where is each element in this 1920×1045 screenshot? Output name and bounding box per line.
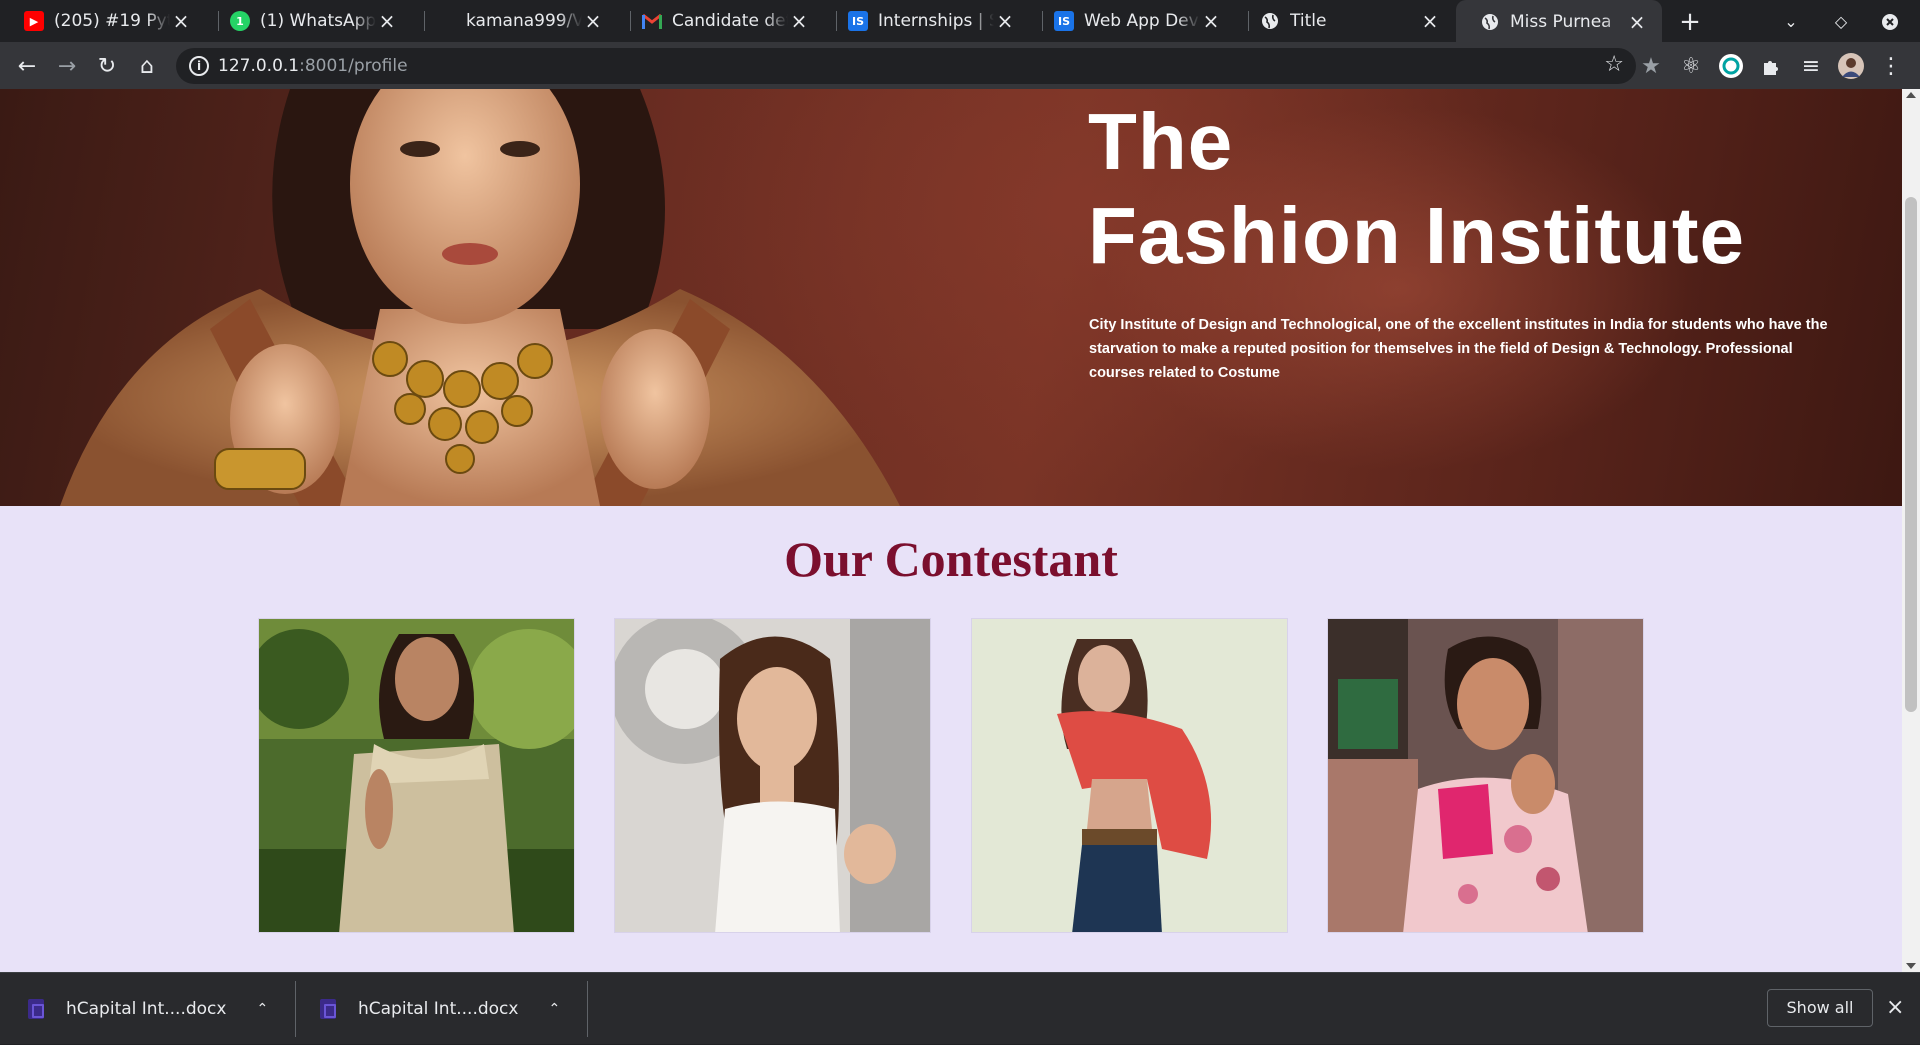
tab-title: Title [1290,11,1327,31]
youtube-icon: ▶ [24,11,44,31]
tab-internships[interactable]: IS Internships | Su × [824,0,1030,42]
extension-star-icon[interactable]: ★ [1636,51,1666,81]
tab-webapp[interactable]: IS Web App Devel × [1030,0,1236,42]
gmail-icon [642,11,662,31]
close-icon[interactable]: × [170,9,192,33]
docx-file-icon [320,999,336,1019]
back-icon[interactable]: ← [12,51,42,81]
tab-title: Internships | Su [878,11,994,31]
new-tab-button[interactable]: + [1676,8,1704,36]
tab-whatsapp[interactable]: 1 (1) WhatsApp × [206,0,412,42]
tab-youtube[interactable]: ▶ (205) #19 Pyth × [0,0,206,42]
extensions-puzzle-icon[interactable] [1756,51,1786,81]
reading-list-icon[interactable]: ≡ [1796,51,1826,81]
contestant-photo-4 [1328,619,1643,932]
hero-description: City Institute of Design and Technologic… [1089,317,1828,381]
download-bar: hCapital Int....docx ⌃ hCapital Int....d… [0,972,1920,1044]
contestant-card-3[interactable] [971,618,1288,933]
tab-title: kamana999/Vot [466,11,582,31]
chevron-up-icon[interactable]: ⌃ [548,1001,560,1017]
hero-title-line-1: The [1088,97,1234,186]
whatsapp-icon: 1 [230,11,250,31]
is-icon: IS [848,11,868,31]
hero-banner: The Fashion Institute City Institute of … [0,89,1902,506]
tab-title: Miss Purnea [1510,12,1612,32]
scroll-down-arrow-icon[interactable] [1906,963,1916,969]
menu-kebab-icon[interactable]: ⋮ [1876,51,1906,81]
hero-model-image [60,89,900,506]
close-icon[interactable]: × [1886,995,1904,1020]
github-icon [436,11,456,31]
react-devtools-icon[interactable]: ⚛ [1676,51,1706,81]
globe-icon [1260,11,1280,31]
contestant-photo-3 [972,619,1287,932]
close-icon[interactable]: × [1626,10,1648,34]
tab-title: (1) WhatsApp [260,11,376,31]
tab-title: Web App Devel [1084,11,1200,31]
forward-icon[interactable]: → [52,51,82,81]
close-icon[interactable]: × [1200,9,1222,33]
diamond-icon[interactable]: ◇ [1827,8,1855,36]
close-icon[interactable]: × [376,9,398,33]
tab-title-page[interactable]: Title × [1236,0,1455,42]
tab-title: (205) #19 Pyth [54,11,170,31]
download-filename: hCapital Int....docx [358,999,519,1019]
tab-title: Candidate deta [672,11,788,31]
scrollbar-thumb[interactable] [1905,197,1917,712]
contestant-card-1[interactable] [258,618,575,933]
is-icon: IS [1054,11,1074,31]
close-icon[interactable]: × [582,9,604,33]
close-icon[interactable]: × [994,9,1016,33]
extension-circle-icon[interactable] [1716,51,1746,81]
page-scrollbar[interactable] [1902,89,1920,972]
scroll-up-arrow-icon[interactable] [1906,92,1916,98]
url-text[interactable]: 127.0.0.1:8001/profile [218,56,408,76]
hero-title: The Fashion Institute [1088,95,1745,282]
tab-miss-purnea[interactable]: Miss Purnea × [1456,0,1662,44]
page-viewport: The Fashion Institute City Institute of … [0,89,1902,972]
bookmark-star-icon[interactable]: ☆ [1604,52,1624,77]
site-info-icon[interactable]: i [189,56,209,76]
profile-avatar[interactable] [1836,51,1866,81]
section-title: Our Contestant [784,531,1118,587]
show-all-button[interactable]: Show all [1767,989,1873,1027]
tab-search-icon[interactable]: ⌄ [1777,8,1805,36]
contestant-photo-2 [615,619,930,932]
address-bar[interactable]: i 127.0.0.1:8001/profile ☆ [176,48,1636,84]
download-item[interactable]: hCapital Int....docx ⌃ [320,973,560,1045]
download-item[interactable]: hCapital Int....docx ⌃ [28,973,268,1045]
contestant-card-2[interactable] [614,618,931,933]
chevron-up-icon[interactable]: ⌃ [256,1001,268,1017]
docx-file-icon [28,999,44,1019]
reload-icon[interactable]: ↻ [92,51,122,81]
tab-strip: ▶ (205) #19 Pyth × 1 (1) WhatsApp × kama… [0,0,1920,44]
close-icon[interactable]: × [1419,9,1441,33]
tab-gmail[interactable]: Candidate deta × [618,0,824,42]
home-icon[interactable]: ⌂ [132,51,162,81]
contestant-photo-1 [259,619,574,932]
globe-icon [1480,12,1500,32]
window-close-icon[interactable] [1876,8,1904,36]
tab-github[interactable]: kamana999/Vot × [412,0,618,42]
close-icon[interactable]: × [788,9,810,33]
contestant-card-4[interactable] [1327,618,1644,933]
browser-toolbar: ← → ↻ ⌂ i 127.0.0.1:8001/profile ☆ ★ ⚛ ≡… [0,42,1920,89]
download-filename: hCapital Int....docx [66,999,227,1019]
hero-title-line-2: Fashion Institute [1088,190,1745,280]
